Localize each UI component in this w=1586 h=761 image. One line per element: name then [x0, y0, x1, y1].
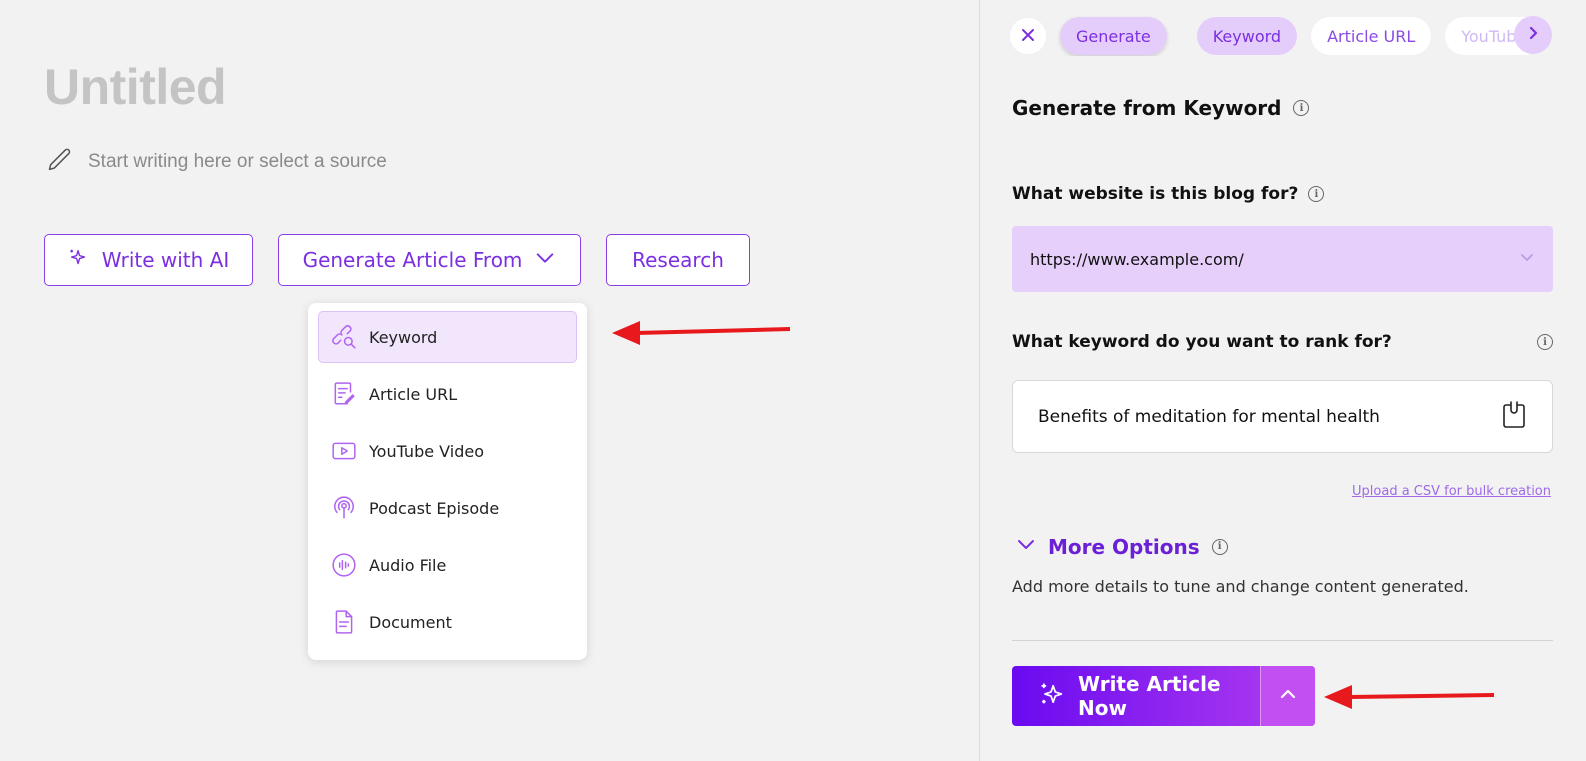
more-options-toggle[interactable]: More Options i	[1016, 534, 1228, 559]
tab-generate[interactable]: Generate	[1060, 17, 1167, 55]
close-icon	[1020, 24, 1036, 48]
dropdown-item-label: Document	[369, 612, 452, 632]
annotation-arrow-keyword	[612, 321, 791, 345]
write-article-now-label: Write Article Now	[1078, 672, 1221, 720]
article-icon	[331, 381, 357, 407]
website-label: What website is this blog for? i	[1012, 184, 1325, 204]
chevron-down-icon	[534, 247, 556, 274]
generate-article-from-button[interactable]: Generate Article From	[278, 234, 581, 286]
website-select[interactable]: https://www.example.com/	[1012, 226, 1553, 292]
keyword-input-value: Benefits of meditation for mental health	[1038, 406, 1380, 427]
write-article-now-button[interactable]: Write Article Now	[1012, 666, 1260, 726]
cta-options-button[interactable]	[1260, 666, 1315, 726]
website-select-value: https://www.example.com/	[1030, 249, 1244, 269]
dropdown-item-label: Article URL	[369, 384, 458, 404]
panel-heading-text: Generate from Keyword	[1012, 96, 1282, 120]
chevron-down-icon	[1016, 534, 1036, 559]
tab-article-url[interactable]: Article URL	[1311, 17, 1432, 55]
document-title[interactable]: Untitled	[44, 58, 227, 116]
info-icon[interactable]: i	[1308, 186, 1325, 202]
research-button[interactable]: Research	[606, 234, 750, 286]
info-icon[interactable]: i	[1211, 538, 1228, 555]
panel-tab-bar: Generate Keyword Article URL YouTube	[1010, 16, 1540, 56]
youtube-icon	[331, 438, 357, 464]
dropdown-item-label: Audio File	[369, 555, 447, 575]
chevron-down-icon	[1519, 249, 1535, 269]
paste-icon[interactable]	[1501, 399, 1527, 434]
document-icon	[331, 609, 357, 635]
upload-csv-link[interactable]: Upload a CSV for bulk creation	[1352, 484, 1551, 499]
dropdown-item-document[interactable]: Document	[318, 596, 577, 648]
dropdown-item-label: Podcast Episode	[369, 498, 500, 518]
write-with-ai-button[interactable]: Write with AI	[44, 234, 253, 286]
podcast-icon	[331, 495, 357, 521]
more-options-description: Add more details to tune and change cont…	[1012, 577, 1469, 596]
panel-heading: Generate from Keyword i	[1012, 96, 1310, 120]
keyword-icon	[331, 324, 357, 350]
dropdown-item-label: Keyword	[369, 327, 438, 347]
source-dropdown-menu: Keyword Article URL YouTube Video Podcas…	[308, 303, 587, 660]
research-label: Research	[632, 248, 724, 272]
dropdown-item-keyword[interactable]: Keyword	[318, 311, 577, 363]
pencil-icon	[46, 146, 74, 178]
close-button[interactable]	[1010, 18, 1046, 54]
chevron-up-icon	[1279, 685, 1297, 707]
generate-article-from-label: Generate Article From	[302, 248, 523, 272]
sparkle-icon	[68, 247, 90, 274]
editor-placeholder: Start writing here or select a source	[88, 151, 387, 172]
info-icon[interactable]: i	[1537, 334, 1553, 350]
dropdown-item-article-url[interactable]: Article URL	[318, 368, 577, 420]
dropdown-item-podcast-episode[interactable]: Podcast Episode	[318, 482, 577, 534]
annotation-arrow-cta	[1324, 685, 1495, 709]
keyword-label-text: What keyword do you want to rank for?	[1012, 332, 1392, 352]
tabs-next-button[interactable]	[1514, 16, 1552, 54]
write-article-now-split-button: Write Article Now	[1012, 666, 1315, 726]
website-label-text: What website is this blog for?	[1012, 184, 1299, 204]
editor-placeholder-row[interactable]: Start writing here or select a source	[46, 146, 387, 178]
audio-icon	[331, 552, 357, 578]
keyword-input[interactable]: Benefits of meditation for mental health	[1012, 380, 1553, 453]
keyword-label: What keyword do you want to rank for? i	[1012, 332, 1553, 352]
tab-keyword[interactable]: Keyword	[1196, 17, 1298, 55]
dropdown-item-youtube-video[interactable]: YouTube Video	[318, 425, 577, 477]
info-icon[interactable]: i	[1293, 100, 1310, 116]
sparkle-icon	[1038, 680, 1066, 713]
more-options-label: More Options	[1048, 534, 1200, 559]
dropdown-item-audio-file[interactable]: Audio File	[318, 539, 577, 591]
editor-area: Untitled Start writing here or select a …	[0, 0, 979, 761]
write-with-ai-label: Write with AI	[101, 248, 230, 272]
generate-panel: Generate Keyword Article URL YouTube Gen…	[979, 0, 1586, 761]
divider	[1012, 640, 1553, 641]
chevron-right-icon	[1525, 25, 1541, 45]
dropdown-item-label: YouTube Video	[369, 441, 484, 461]
